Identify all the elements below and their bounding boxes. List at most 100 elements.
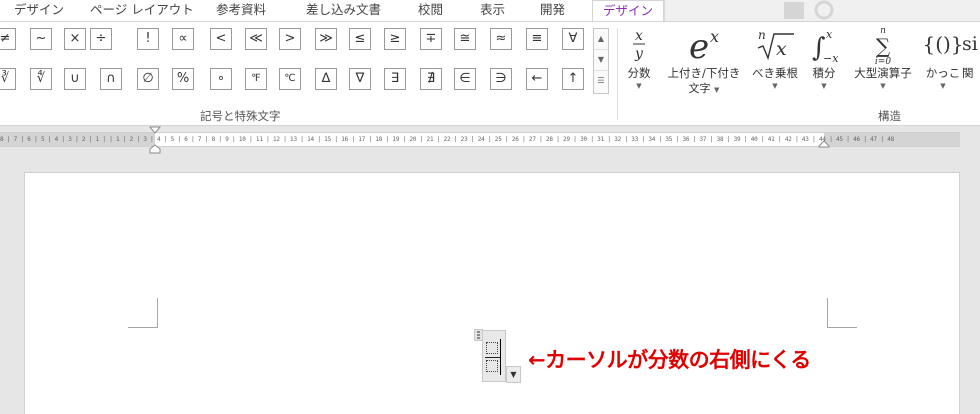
symbol-left-arrow[interactable]: ←	[526, 68, 548, 90]
left-indent-marker[interactable]	[149, 144, 161, 154]
scroll-up-icon[interactable]: ▲	[594, 29, 608, 50]
fraction-numerator-placeholder[interactable]	[486, 342, 498, 354]
annotation-text: ←カーソルが分数の右側にくる	[528, 348, 811, 372]
svg-text:x: x	[776, 38, 787, 60]
symbol-congruent[interactable]: ≅	[454, 28, 476, 50]
function-icon: si	[962, 33, 978, 55]
svg-text:x: x	[635, 28, 643, 44]
tab-references[interactable]: 参考資料	[216, 0, 266, 21]
symbol-fahrenheit[interactable]: ℉	[245, 68, 267, 90]
symbol-times[interactable]: ×	[64, 28, 86, 50]
symbol-greater-than[interactable]: >	[279, 28, 301, 50]
chevron-down-icon: ▼	[940, 82, 946, 90]
group-label-symbols: 記号と特殊文字	[200, 109, 281, 123]
tab-review[interactable]: 校閲	[418, 0, 443, 21]
svg-text:y: y	[634, 46, 644, 62]
svg-text:i=0: i=0	[875, 57, 891, 66]
equation-options-dropdown[interactable]: ▼	[506, 366, 521, 383]
tab-equation-design[interactable]: デザイン	[592, 0, 665, 21]
script-label: 上付き/下付き	[667, 66, 741, 80]
gallery-expand-icon[interactable]: ☰	[594, 71, 608, 92]
symbol-less-equal[interactable]: ≤	[349, 28, 371, 50]
script-label-line2: 文字 ▼	[688, 82, 720, 95]
fraction-icon: x y	[620, 22, 658, 66]
symbol-intersection[interactable]: ∩	[100, 68, 122, 90]
radical-icon: n x	[748, 22, 802, 66]
radical-button[interactable]: n x べき乗根 ▼	[748, 22, 802, 127]
tab-design[interactable]: デザイン	[14, 0, 64, 21]
symbol-less-than[interactable]: <	[210, 28, 232, 50]
tab-mailings[interactable]: 差し込み文書	[306, 0, 381, 21]
symbol-ring-operator[interactable]: ∘	[210, 68, 232, 90]
tab-developer[interactable]: 開発	[540, 0, 565, 21]
crop-mark-left	[128, 298, 158, 328]
bracket-label: かっこ	[925, 66, 961, 80]
symbol-contains[interactable]: ∋	[490, 68, 512, 90]
ribbon-tab-bar: デザイン ページ レイアウト 参考資料 差し込み文書 校閲 表示 開発 デザイン	[0, 0, 980, 21]
symbol-proportional[interactable]: ∝	[172, 28, 194, 50]
symbol-gallery-scrollbar[interactable]: ▲ ▼ ☰	[593, 28, 609, 94]
horizontal-ruler[interactable]: 8 | 7 | 6 | 5 | 4 | 3 | 2 | 1 | | 1 | 2 …	[0, 132, 960, 147]
symbol-not-equal[interactable]: ≠	[0, 28, 16, 50]
fraction-button[interactable]: x y 分数 ▼	[620, 22, 658, 127]
bracket-button[interactable]: {()} かっこ ▼	[922, 22, 964, 127]
symbol-element-of[interactable]: ∈	[454, 68, 476, 90]
symbol-factorial[interactable]: !	[137, 28, 159, 50]
integral-icon: ∫ x −x	[804, 22, 844, 66]
symbol-nabla[interactable]: ∇	[349, 68, 371, 90]
svg-text:x: x	[710, 27, 719, 46]
bracket-icon: {()}	[922, 32, 964, 56]
symbol-approx[interactable]: ≈	[490, 28, 512, 50]
svg-text:−x: −x	[823, 52, 839, 65]
symbol-percent[interactable]: %	[172, 68, 194, 90]
equation-object[interactable]	[482, 330, 506, 382]
radical-label: べき乗根	[752, 66, 798, 80]
svg-text:∑: ∑	[876, 34, 891, 58]
chevron-down-icon: ▼	[821, 82, 827, 90]
svg-text:e: e	[689, 27, 709, 66]
large-operator-label: 大型演算子	[854, 66, 912, 80]
integral-label: 積分	[812, 66, 836, 80]
symbol-much-greater[interactable]: ≫	[315, 28, 337, 50]
symbol-exists[interactable]: ∃	[384, 68, 406, 90]
symbol-celsius[interactable]: ℃	[279, 68, 301, 90]
fraction-label: 分数	[627, 66, 651, 80]
symbol-divide[interactable]: ÷	[90, 28, 112, 50]
text-cursor	[500, 339, 501, 375]
symbol-gallery: ≠ ~ × ÷ ! ∝ < ≪ > ≫ ≤ ≥ ∓ ≅ ≈ ≡ ∀ ∛ ∜ ∪ …	[0, 28, 590, 94]
fraction-denominator-placeholder[interactable]	[486, 360, 498, 372]
tab-page-layout[interactable]: ページ レイアウト	[90, 0, 194, 21]
function-label: 関	[962, 66, 974, 80]
integral-button[interactable]: ∫ x −x 積分 ▼	[804, 22, 844, 127]
symbol-much-less[interactable]: ≪	[245, 28, 267, 50]
group-label-structures: 構造	[878, 109, 901, 123]
scroll-down-icon[interactable]: ▼	[594, 50, 608, 71]
first-line-indent-marker[interactable]	[149, 126, 161, 134]
chevron-down-icon: ▼	[636, 82, 642, 90]
symbol-empty-set[interactable]: ∅	[137, 68, 159, 90]
symbol-not-exists[interactable]: ∄	[420, 68, 442, 90]
right-indent-marker[interactable]	[818, 140, 830, 148]
symbol-for-all[interactable]: ∀	[562, 28, 584, 50]
symbol-increment[interactable]: ∆	[315, 68, 337, 90]
ruler-numbers: 8 | 7 | 6 | 5 | 4 | 3 | 2 | 1 | | 1 | 2 …	[0, 136, 895, 143]
fraction-bar	[485, 357, 500, 358]
crop-mark-right	[827, 298, 857, 328]
symbol-tilde[interactable]: ~	[30, 28, 52, 50]
superscript-icon: e x	[660, 22, 748, 67]
chevron-down-icon: ▼	[772, 82, 778, 90]
symbol-up-arrow[interactable]: ↑	[562, 68, 584, 90]
symbol-cube-root[interactable]: ∛	[0, 68, 16, 90]
tab-view[interactable]: 表示	[480, 0, 505, 21]
symbol-minus-plus[interactable]: ∓	[420, 28, 442, 50]
faded-tool-icon	[784, 0, 834, 20]
symbol-greater-equal[interactable]: ≥	[384, 28, 406, 50]
svg-text:x: x	[826, 28, 833, 41]
function-button[interactable]: si 関	[962, 22, 980, 127]
symbol-identical[interactable]: ≡	[526, 28, 548, 50]
chevron-down-icon: ▼	[880, 82, 886, 90]
symbol-union[interactable]: ∪	[64, 68, 86, 90]
symbol-fourth-root[interactable]: ∜	[30, 68, 52, 90]
script-button[interactable]: e x 上付き/下付き 文字 ▼	[660, 22, 748, 127]
svg-text:n: n	[758, 28, 766, 42]
